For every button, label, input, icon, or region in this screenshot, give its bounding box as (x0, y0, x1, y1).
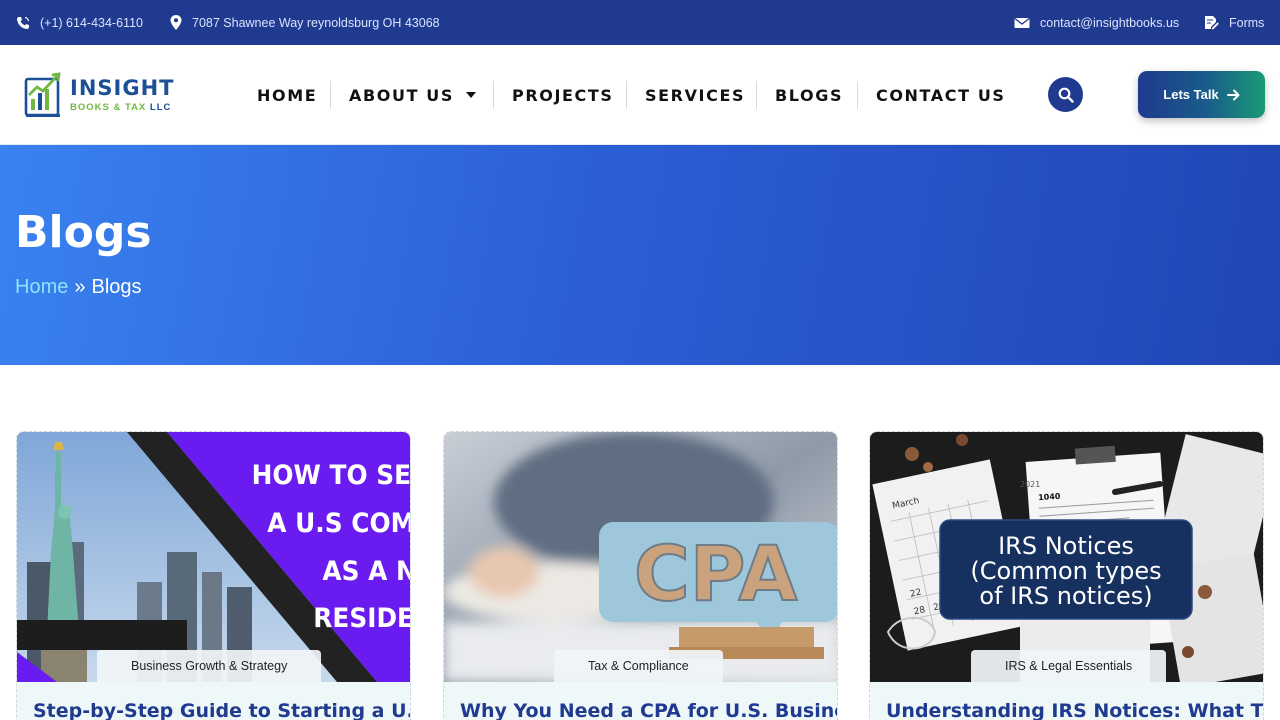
logo-tagline: BOOKS & TAX LLC (70, 103, 174, 113)
logo-wordmark: INSIGHT (70, 75, 175, 100)
nav-label-about-us: ABOUT US (349, 85, 454, 105)
card-image-text: HOW TO SET U (252, 460, 411, 491)
blog-category-tag[interactable]: Business Growth & Strategy (97, 650, 322, 682)
search-button[interactable] (1048, 77, 1083, 112)
blog-card[interactable]: CPA Tax & Compliance Why You Need a CPA … (443, 431, 838, 720)
card-image-text: of IRS notices) (979, 582, 1152, 610)
topbar-phone[interactable]: (+1) 614-434-6110 (16, 0, 143, 45)
forms-icon (1205, 16, 1219, 30)
search-icon (1058, 87, 1074, 103)
top-contact-bar: (+1) 614-434-6110 7087 Shawnee Way reyno… (0, 0, 1280, 45)
card-image-text: IRS Notices (998, 532, 1134, 560)
nav-item-blogs[interactable]: BLOGS (775, 45, 843, 145)
nav-divider (756, 81, 757, 109)
breadcrumb-separator: » (74, 276, 86, 298)
blog-category-tag[interactable]: Tax & Compliance (554, 650, 723, 682)
topbar-email-text: contact@insightbooks.us (1040, 15, 1180, 30)
nav-item-contact-us[interactable]: CONTACT US (876, 45, 1006, 145)
nav-label-contact-us: CONTACT US (876, 85, 1006, 105)
blog-card-image[interactable]: HOW TO SET U A U.S COMPAN AS A NON RESID… (17, 432, 411, 682)
nav-item-services[interactable]: SERVICES (645, 45, 745, 145)
nav-label-blogs: BLOGS (775, 85, 844, 105)
breadcrumb: Home » Blogs (15, 276, 142, 299)
nav-label-projects: PROJECTS (512, 85, 614, 105)
breadcrumb-current: Blogs (91, 276, 142, 298)
nav-divider (626, 81, 627, 109)
form-number-text: 1040 (1038, 492, 1061, 503)
company-setup-illustration: HOW TO SET U A U.S COMPAN AS A NON RESID… (17, 432, 411, 682)
topbar-address: 7087 Shawnee Way reynoldsburg OH 43068 (170, 0, 440, 45)
lets-talk-label: Lets Talk (1163, 87, 1219, 102)
card-image-text: A U.S COMPAN (267, 508, 411, 539)
card-image-text: CPA (634, 529, 798, 618)
breadcrumb-home-link[interactable]: Home (15, 276, 68, 299)
nav-label-home: HOME (257, 85, 318, 105)
mail-icon (1014, 17, 1030, 28)
topbar-email[interactable]: contact@insightbooks.us (1014, 0, 1179, 45)
page-title: Blogs (15, 207, 152, 258)
nav-divider (330, 81, 331, 109)
nav-item-about-us[interactable]: ABOUT US (349, 45, 476, 145)
arrow-right-icon (1226, 89, 1240, 100)
card-image-text: (Common types (970, 557, 1161, 585)
nav-item-home[interactable]: HOME (257, 45, 317, 145)
logo-tagline-left: BOOKS & TAX (70, 101, 150, 113)
topbar-forms-text: Forms (1229, 15, 1265, 30)
topbar-address-text: 7087 Shawnee Way reynoldsburg OH 43068 (192, 15, 440, 30)
chart-book-logo-icon (24, 72, 61, 117)
blog-card-image[interactable]: March 22 28 29 1040 2021 IRS Notices (Co… (870, 432, 1263, 682)
main-header: INSIGHT BOOKS & TAX LLC HOME ABOUT US PR… (0, 45, 1280, 145)
blog-card-title[interactable]: Step-by-Step Guide to Starting a U.S. (33, 700, 410, 720)
nav-label-services: SERVICES (645, 85, 746, 105)
nav-divider (857, 81, 858, 109)
irs-notices-photo: March 22 28 29 1040 2021 IRS Notices (Co… (870, 432, 1263, 682)
blog-card-image[interactable]: CPA (444, 432, 837, 682)
site-logo[interactable]: INSIGHT BOOKS & TAX LLC (24, 67, 194, 123)
page-hero-banner: Blogs Home » Blogs (0, 145, 1280, 365)
blog-card[interactable]: HOW TO SET U A U.S COMPAN AS A NON RESID… (16, 431, 411, 720)
blog-card-title[interactable]: Why You Need a CPA for U.S. Business (460, 700, 837, 720)
logo-tagline-right: LLC (149, 101, 172, 113)
nav-item-projects[interactable]: PROJECTS (512, 45, 614, 145)
blog-category-tag[interactable]: IRS & Legal Essentials (971, 650, 1167, 682)
calendar-year-text: 2021 (1020, 480, 1040, 489)
cpa-sign-photo: CPA (444, 432, 837, 682)
card-image-text: AS A NON (322, 556, 411, 587)
chevron-down-icon (465, 92, 476, 98)
nav-divider (493, 81, 494, 109)
card-image-text: RESIDENT (313, 603, 411, 634)
blog-card-title[interactable]: Understanding IRS Notices: What They (886, 700, 1263, 720)
phone-icon (17, 16, 30, 29)
location-pin-icon (170, 15, 182, 30)
topbar-forms[interactable]: Forms (1204, 0, 1264, 45)
lets-talk-button[interactable]: Lets Talk (1138, 71, 1265, 118)
blog-card[interactable]: March 22 28 29 1040 2021 IRS Notices (Co… (869, 431, 1264, 720)
topbar-phone-text: (+1) 614-434-6110 (40, 15, 143, 30)
